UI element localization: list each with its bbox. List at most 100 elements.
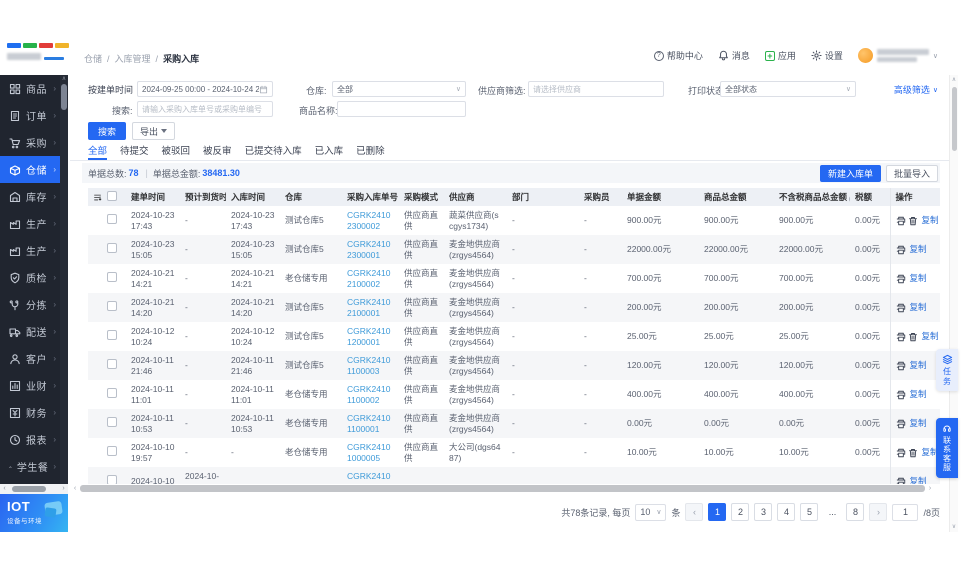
order-number-link[interactable]: CGRK24102100002 (347, 268, 390, 289)
product-name-input[interactable] (342, 105, 461, 114)
tab-6[interactable]: 已删除 (356, 143, 385, 160)
copy-link[interactable]: 复制 (910, 273, 927, 283)
row-checkbox[interactable] (107, 475, 117, 484)
order-number-link[interactable]: CGRK24102300002 (347, 210, 390, 231)
print-icon[interactable] (896, 215, 906, 225)
tab-3[interactable]: 被反审 (203, 143, 232, 160)
sidebar-item-customer[interactable]: 客户› (0, 345, 60, 372)
tasks-float-button[interactable]: 任务 (936, 349, 958, 391)
page-size-select[interactable]: 10 ∨ (635, 504, 666, 521)
page-button-5[interactable]: 5 (800, 503, 818, 521)
scroll-right-icon[interactable]: › (59, 484, 68, 494)
print-icon[interactable] (896, 302, 906, 312)
order-number-link[interactable]: CGRK24102300001 (347, 239, 390, 260)
row-checkbox[interactable] (107, 446, 117, 456)
sidebar-vertical-scrollbar[interactable]: ∧ (60, 75, 68, 484)
apps-button[interactable]: + 应用 (765, 49, 796, 62)
page-button-1[interactable]: 1 (708, 503, 726, 521)
sidebar-horizontal-scrollbar[interactable]: ‹ › (0, 484, 68, 494)
row-checkbox[interactable] (107, 359, 117, 369)
supplier-filter-input[interactable] (528, 81, 664, 97)
page-jump-input[interactable] (892, 504, 918, 521)
user-menu[interactable]: ∨ (858, 48, 938, 63)
print-icon[interactable] (896, 447, 906, 457)
sidebar-hscroll-thumb[interactable] (12, 486, 46, 492)
trash-icon[interactable] (908, 447, 918, 457)
sidebar-item-production[interactable]: 生产› (0, 237, 60, 264)
product-name-input-box[interactable] (337, 101, 466, 117)
contact-support-float-button[interactable]: 联系客服 (936, 418, 958, 478)
search-input[interactable] (142, 105, 268, 114)
help-center-button[interactable]: ? 帮助中心 (654, 49, 703, 62)
sidebar-item-reports[interactable]: 报表› (0, 426, 60, 453)
sidebar-item-finance[interactable]: 财务› (0, 399, 60, 426)
scroll-right-icon[interactable]: › (925, 485, 935, 492)
print-icon[interactable] (896, 418, 906, 428)
sidebar-item-inventory[interactable]: 库存› (0, 183, 60, 210)
settings-button[interactable]: 设置 (811, 49, 843, 62)
sidebar-scroll-thumb[interactable] (61, 84, 67, 110)
row-checkbox[interactable] (107, 330, 117, 340)
sidebar-item-business-finance[interactable]: 业财› (0, 372, 60, 399)
row-checkbox[interactable] (107, 301, 117, 311)
search-button[interactable]: 搜索 (88, 122, 126, 140)
print-icon[interactable] (896, 476, 906, 484)
page-scroll-thumb[interactable] (952, 87, 957, 151)
order-number-link[interactable]: CGRK24101100002 (347, 384, 390, 405)
scroll-left-icon[interactable]: ‹ (70, 485, 80, 492)
tab-0[interactable]: 全部 (88, 143, 107, 160)
sidebar-item-goods[interactable]: 商品› (0, 75, 60, 102)
page-button-3[interactable]: 3 (754, 503, 772, 521)
print-status-select[interactable]: 全部状态 ∨ (720, 81, 856, 97)
sidebar-item-warehouse[interactable]: 仓储› (0, 156, 60, 183)
copy-link[interactable]: 复制 (910, 302, 927, 312)
scroll-up-icon[interactable]: ∧ (950, 75, 958, 85)
page-button-4[interactable]: 4 (777, 503, 795, 521)
copy-link[interactable]: 复制 (910, 476, 927, 484)
print-icon[interactable] (896, 331, 906, 341)
row-checkbox[interactable] (107, 214, 117, 224)
order-number-link[interactable]: CGRK24101100003 (347, 355, 390, 376)
copy-link[interactable]: 复制 (922, 331, 939, 341)
order-number-link[interactable]: CGRK24101000005 (347, 442, 390, 463)
sidebar-item-student-meal[interactable]: 学生餐› (0, 453, 60, 480)
create-inbound-button[interactable]: 新建入库单 (820, 165, 881, 182)
tab-1[interactable]: 待提交 (120, 143, 149, 160)
print-icon[interactable] (896, 389, 906, 399)
breadcrumb-item[interactable]: 入库管理 (115, 52, 151, 65)
copy-link[interactable]: 复制 (910, 244, 927, 254)
sidebar-item-production[interactable]: 生产› (0, 210, 60, 237)
sidebar-item-sorting[interactable]: 分拣› (0, 291, 60, 318)
copy-link[interactable]: 复制 (910, 389, 927, 399)
sidebar-item-purchase[interactable]: 采购› (0, 129, 60, 156)
table-hscroll-thumb[interactable] (80, 485, 925, 492)
page-button-8[interactable]: 8 (846, 503, 864, 521)
copy-link[interactable]: 复制 (910, 418, 927, 428)
messages-button[interactable]: 消息 (718, 49, 750, 62)
scroll-down-icon[interactable]: ∨ (950, 522, 958, 532)
tab-5[interactable]: 已入库 (315, 143, 344, 160)
row-checkbox[interactable] (107, 417, 117, 427)
scroll-up-icon[interactable]: ∧ (60, 75, 68, 83)
copy-link[interactable]: 复制 (922, 215, 939, 225)
trash-icon[interactable] (908, 331, 918, 341)
batch-import-button[interactable]: 批量导入 (886, 165, 938, 182)
time-type-select[interactable]: 按建单时间 ∨ (88, 83, 142, 96)
sidebar-item-qc[interactable]: 质检› (0, 264, 60, 291)
print-icon[interactable] (896, 273, 906, 283)
row-checkbox[interactable] (107, 388, 117, 398)
tab-2[interactable]: 被驳回 (162, 143, 191, 160)
page-button-2[interactable]: 2 (731, 503, 749, 521)
copy-link[interactable]: 复制 (910, 360, 927, 370)
order-number-link[interactable]: CGRK24101200001 (347, 326, 390, 347)
row-checkbox[interactable] (107, 243, 117, 253)
search-input-box[interactable] (137, 101, 273, 117)
sidebar-item-orders[interactable]: 订单› (0, 102, 60, 129)
select-all-checkbox[interactable] (107, 191, 117, 201)
order-number-link[interactable]: CGRK24101100001 (347, 413, 390, 434)
next-page-button[interactable]: › (869, 503, 887, 521)
order-number-link[interactable]: CGRK241010 (347, 471, 390, 484)
sidebar-item-delivery[interactable]: 配送› (0, 318, 60, 345)
export-button[interactable]: 导出 (132, 122, 175, 140)
warehouse-select[interactable]: 全部 ∨ (332, 81, 466, 97)
